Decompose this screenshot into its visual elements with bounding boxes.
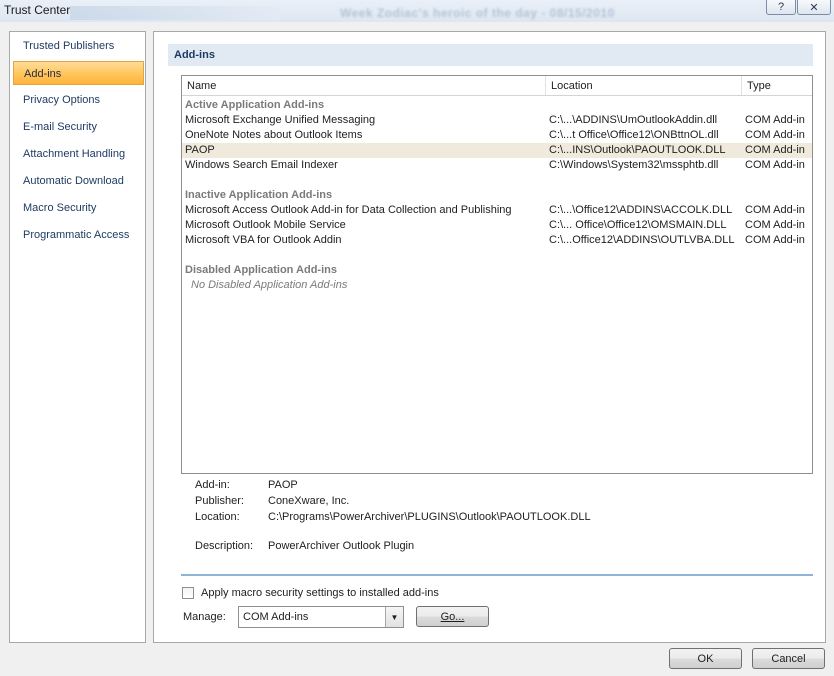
table-row[interactable]: OneNote Notes about Outlook Items C:\...…: [182, 128, 812, 143]
macro-security-checkbox[interactable]: [182, 587, 194, 599]
addin-location: C:\...Office12\ADDINS\OUTLVBA.DLL: [549, 234, 735, 246]
detail-publisher-value: ConeXware, Inc.: [268, 495, 350, 507]
list-header: Name Location Type: [182, 76, 812, 96]
addin-type: COM Add-in: [745, 159, 805, 171]
cancel-button[interactable]: Cancel: [752, 648, 825, 669]
addin-location: C:\...INS\Outlook\PAOUTLOOK.DLL: [549, 144, 726, 156]
sidebar-item-automatic-download[interactable]: Automatic Download: [13, 169, 144, 193]
addin-type: COM Add-in: [745, 129, 805, 141]
column-header-type[interactable]: Type: [742, 76, 771, 95]
ok-button-label: OK: [697, 652, 714, 665]
help-icon: ?: [777, 1, 785, 13]
go-button[interactable]: Go...: [416, 606, 489, 627]
close-icon: ✕: [809, 1, 819, 14]
addin-location: C:\Windows\System32\mssphtb.dll: [549, 159, 719, 171]
detail-addin-label: Add-in:: [195, 479, 230, 491]
window-title: Trust Center: [4, 3, 71, 17]
manage-dropdown[interactable]: COM Add-ins ▼: [238, 606, 404, 628]
sidebar-item-email-security[interactable]: E-mail Security: [13, 115, 144, 139]
manage-dropdown-value: COM Add-ins: [243, 611, 309, 623]
detail-location-label: Location:: [195, 511, 240, 523]
sidebar-item-trusted-publishers[interactable]: Trusted Publishers: [13, 34, 144, 58]
chevron-down-icon[interactable]: ▼: [385, 607, 403, 627]
table-row[interactable]: Microsoft Exchange Unified Messaging C:\…: [182, 113, 812, 128]
table-row-selected[interactable]: PAOP C:\...INS\Outlook\PAOUTLOOK.DLL COM…: [182, 143, 812, 158]
help-button[interactable]: ?: [766, 0, 796, 15]
addin-location: C:\...\Office12\ADDINS\ACCOLK.DLL: [549, 204, 733, 216]
sidebar-item-attachment-handling[interactable]: Attachment Handling: [13, 142, 144, 166]
separator-line: [181, 574, 813, 576]
addin-type: COM Add-in: [745, 144, 805, 156]
addin-type: COM Add-in: [745, 234, 805, 246]
title-bar: Trust Center Week Zodiac's heroic of the…: [0, 0, 834, 22]
addin-name: OneNote Notes about Outlook Items: [185, 129, 363, 141]
main-panel: Add-ins Name Location Type Active Applic…: [153, 31, 826, 643]
background-window-blur: [70, 6, 280, 20]
table-row[interactable]: Microsoft VBA for Outlook Addin C:\...Of…: [182, 233, 812, 248]
background-window-title: Week Zodiac's heroic of the day - 08/15/…: [340, 6, 615, 20]
group-label-active: Active Application Add-ins: [185, 99, 325, 111]
group-label-inactive: Inactive Application Add-ins: [185, 189, 333, 201]
detail-location-value: C:\Programs\PowerArchiver\PLUGINS\Outloo…: [268, 511, 591, 523]
addin-type: COM Add-in: [745, 114, 805, 126]
addin-location: C:\... Office\Office12\OMSMAIN.DLL: [549, 219, 727, 231]
manage-label: Manage:: [183, 611, 226, 623]
detail-description-label: Description:: [195, 540, 254, 552]
sidebar-item-macro-security[interactable]: Macro Security: [13, 196, 144, 220]
sidebar-item-programmatic-access[interactable]: Programmatic Access: [13, 223, 144, 247]
column-header-location[interactable]: Location: [546, 76, 593, 95]
table-row[interactable]: Microsoft Outlook Mobile Service C:\... …: [182, 218, 812, 233]
sidebar-item-add-ins[interactable]: Add-ins: [13, 61, 144, 85]
trust-center-dialog: Trust Center Week Zodiac's heroic of the…: [0, 0, 834, 676]
detail-addin-value: PAOP: [268, 479, 298, 491]
addin-name: PAOP: [185, 144, 215, 156]
addin-name: Windows Search Email Indexer: [185, 159, 338, 171]
addin-location: C:\...\ADDINS\UmOutlookAddin.dll: [549, 114, 718, 126]
column-header-name[interactable]: Name: [182, 76, 216, 95]
empty-list-note: No Disabled Application Add-ins: [191, 279, 348, 291]
macro-security-label[interactable]: Apply macro security settings to install…: [201, 587, 439, 599]
close-button[interactable]: ✕: [797, 0, 831, 15]
detail-publisher-label: Publisher:: [195, 495, 244, 507]
sidebar: Trusted Publishers Add-ins Privacy Optio…: [9, 31, 146, 643]
detail-description-value: PowerArchiver Outlook Plugin: [268, 540, 415, 552]
table-row[interactable]: Windows Search Email Indexer C:\Windows\…: [182, 158, 812, 173]
addin-location: C:\...t Office\Office12\ONBttnOL.dll: [549, 129, 719, 141]
cancel-button-label: Cancel: [771, 652, 806, 665]
sidebar-item-privacy-options[interactable]: Privacy Options: [13, 88, 144, 112]
addin-name: Microsoft Outlook Mobile Service: [185, 219, 346, 231]
ok-button[interactable]: OK: [669, 648, 742, 669]
table-row[interactable]: Microsoft Access Outlook Add-in for Data…: [182, 203, 812, 218]
section-title: Add-ins: [168, 44, 813, 66]
addin-type: COM Add-in: [745, 219, 805, 231]
addin-name: Microsoft Access Outlook Add-in for Data…: [185, 204, 512, 216]
addin-name: Microsoft VBA for Outlook Addin: [185, 234, 342, 246]
go-button-label: Go...: [440, 610, 465, 623]
addin-type: COM Add-in: [745, 204, 805, 216]
add-ins-list[interactable]: Name Location Type Active Application Ad…: [181, 75, 813, 474]
addin-name: Microsoft Exchange Unified Messaging: [185, 114, 376, 126]
group-label-disabled: Disabled Application Add-ins: [185, 264, 337, 276]
